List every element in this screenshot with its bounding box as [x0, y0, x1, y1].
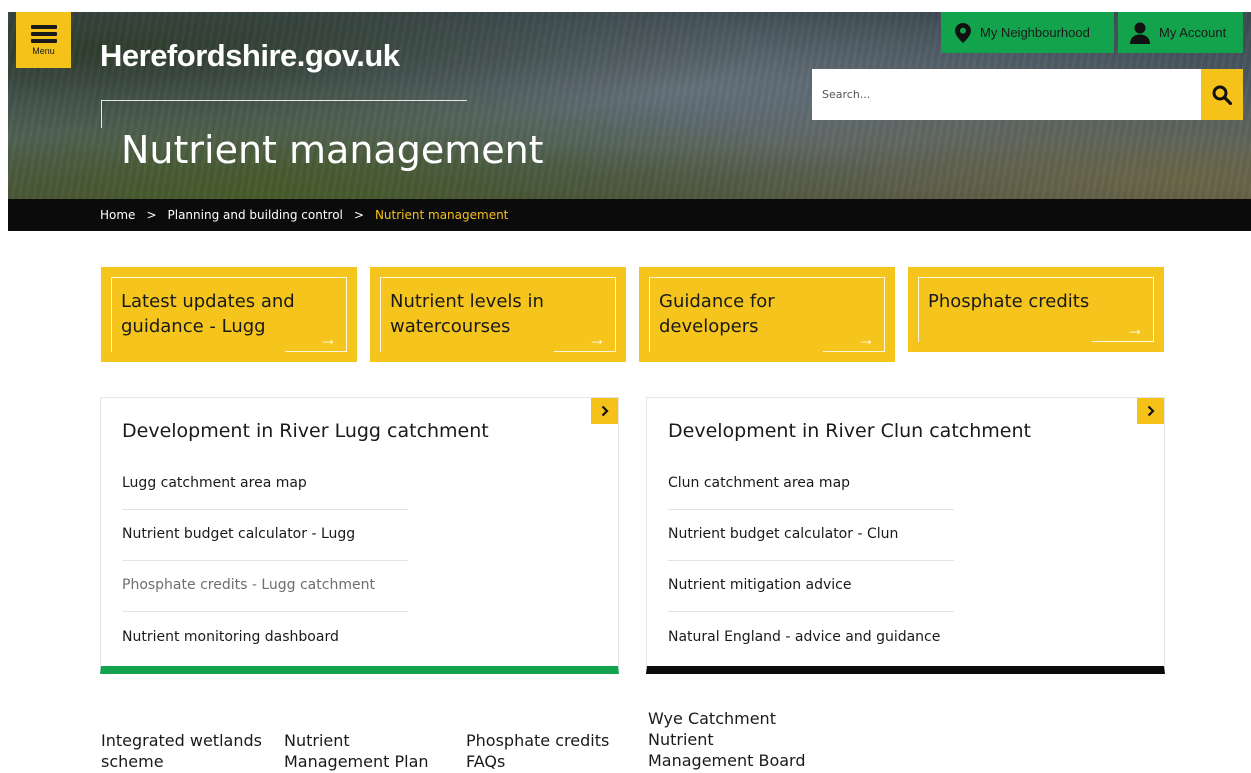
- title-rule: [101, 100, 467, 101]
- breadcrumb-planning[interactable]: Planning and building control: [168, 208, 343, 222]
- search-button[interactable]: [1201, 69, 1243, 120]
- site-logo[interactable]: Herefordshire.gov.uk: [100, 38, 400, 74]
- card-lugg-catchment: Development in River Lugg catchment Lugg…: [100, 397, 619, 674]
- list-item[interactable]: Phosphate credits - Lugg catchment: [122, 561, 408, 612]
- list-item[interactable]: Lugg catchment area map: [122, 459, 408, 510]
- list-item[interactable]: Nutrient monitoring dashboard: [122, 612, 408, 663]
- tile-label: Latest updates and guidance - Lugg: [121, 291, 295, 337]
- list-item[interactable]: Natural England - advice and guidance: [668, 612, 954, 663]
- person-icon: [1130, 22, 1150, 44]
- tile-latest-updates[interactable]: Latest updates and guidance - Lugg →: [101, 267, 357, 362]
- card-more-button[interactable]: [591, 398, 618, 424]
- tile-phosphate-credits[interactable]: Phosphate credits →: [908, 267, 1164, 352]
- breadcrumb-current: Nutrient management: [374, 208, 509, 222]
- list-item[interactable]: Nutrient budget calculator - Clun: [668, 510, 954, 561]
- magnifier-icon: [1212, 85, 1232, 105]
- link-integrated-wetlands[interactable]: Integrated wetlands scheme: [101, 730, 262, 772]
- my-account-label: My Account: [1159, 25, 1227, 40]
- link-nutrient-management-plan[interactable]: Nutrient Management Plan: [284, 730, 429, 772]
- card-title: Development in River Clun catchment: [668, 420, 1031, 442]
- card-link-list: Clun catchment area map Nutrient budget …: [668, 459, 954, 663]
- chevron-right-icon: [601, 405, 609, 417]
- link-wye-catchment-board[interactable]: Wye Catchment Nutrient Management Board: [648, 708, 806, 771]
- breadcrumb: Home > Planning and building control > N…: [8, 199, 1251, 231]
- arrow-right-icon: →: [319, 329, 337, 349]
- my-neighbourhood-label: My Neighbourhood: [980, 25, 1090, 40]
- my-account-button[interactable]: My Account: [1118, 12, 1243, 53]
- arrow-right-icon: →: [588, 329, 606, 349]
- card-title: Development in River Lugg catchment: [122, 420, 489, 442]
- tile-nutrient-levels[interactable]: Nutrient levels in watercourses →: [370, 267, 626, 362]
- my-neighbourhood-button[interactable]: My Neighbourhood: [941, 12, 1114, 53]
- arrow-right-icon: →: [857, 329, 875, 349]
- breadcrumb-separator: >: [146, 208, 157, 222]
- tile-guidance-developers[interactable]: Guidance for developers →: [639, 267, 895, 362]
- card-link-list: Lugg catchment area map Nutrient budget …: [122, 459, 408, 663]
- chevron-right-icon: [1147, 405, 1155, 417]
- card-more-button[interactable]: [1137, 398, 1164, 424]
- tile-label: Phosphate credits: [928, 291, 1090, 312]
- hamburger-icon: [30, 25, 57, 43]
- card-clun-catchment: Development in River Clun catchment Clun…: [646, 397, 1165, 674]
- list-item[interactable]: Nutrient mitigation advice: [668, 561, 954, 612]
- link-phosphate-faqs[interactable]: Phosphate credits FAQs: [466, 730, 609, 772]
- search-input[interactable]: [812, 69, 1201, 120]
- breadcrumb-home[interactable]: Home: [100, 208, 135, 222]
- page-title: Nutrient management: [121, 128, 544, 172]
- tile-label: Guidance for developers: [659, 291, 775, 337]
- menu-button[interactable]: Menu: [16, 12, 71, 68]
- breadcrumb-separator: >: [353, 208, 364, 222]
- tile-label: Nutrient levels in watercourses: [390, 291, 544, 337]
- location-pin-icon: [955, 22, 971, 43]
- list-item[interactable]: Nutrient budget calculator - Lugg: [122, 510, 408, 561]
- menu-label: Menu: [32, 46, 55, 56]
- list-item[interactable]: Clun catchment area map: [668, 459, 954, 510]
- title-rule-left: [101, 100, 102, 128]
- arrow-right-icon: →: [1126, 319, 1144, 339]
